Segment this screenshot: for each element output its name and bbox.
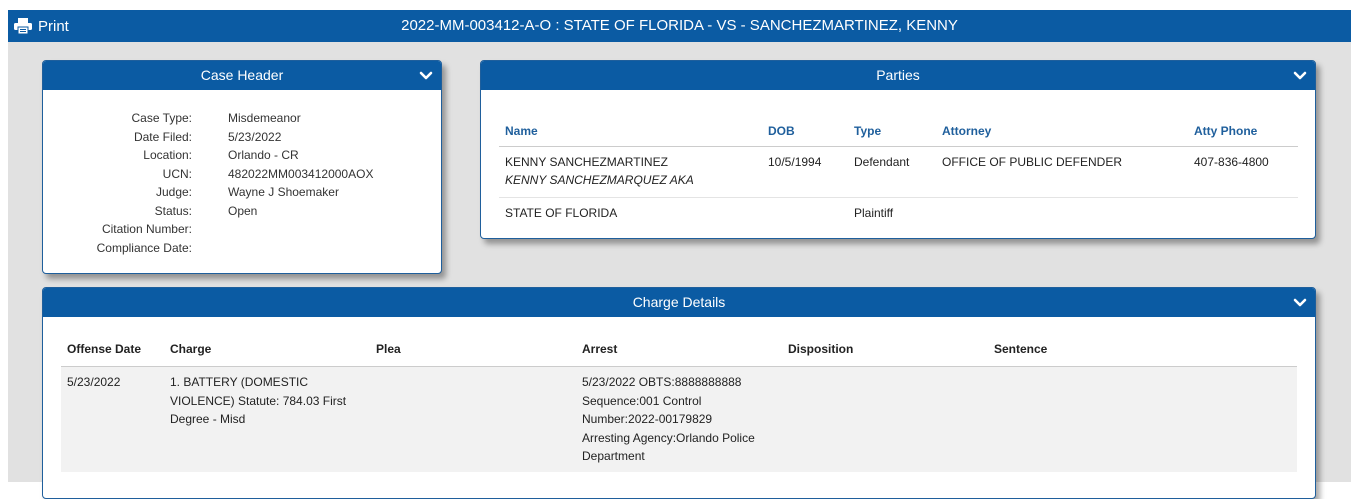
table-row: 5/23/2022 1. BATTERY (DOMESTIC VIOLENCE)… [61,366,1297,472]
field-status: Status: Open [43,202,441,221]
charge-plea [370,366,576,472]
case-header-title: Case Header [200,67,284,83]
party-dob: 10/5/1994 [762,146,848,198]
charge-description: 1. BATTERY (DOMESTIC VIOLENCE) Statute: … [164,366,370,472]
field-label: UCN: [162,166,192,181]
col-sentence[interactable]: Sentence [988,342,1297,367]
parties-panel: Parties Name DOB Type Attorney Atty Phon… [480,60,1316,239]
col-charge[interactable]: Charge [164,342,370,367]
party-attorney [936,198,1188,231]
field-label: Date Filed: [133,129,192,144]
table-row: KENNY SANCHEZMARTINEZ KENNY SANCHEZMARQU… [499,146,1298,198]
field-value: 482022MM003412000AOX [228,166,374,181]
parties-title: Parties [876,67,920,83]
field-value: Misdemeanor [228,111,301,125]
col-plea[interactable]: Plea [370,342,576,367]
chevron-down-icon[interactable] [1293,69,1307,83]
charge-disposition [782,366,988,472]
party-type: Defendant [848,146,936,198]
chevron-down-icon[interactable] [1293,296,1307,310]
party-type: Plaintiff [854,206,894,220]
charge-offense-date: 5/23/2022 [61,366,164,472]
party-aka: KENNY SANCHEZMARQUEZ AKA [505,173,694,187]
chevron-down-icon[interactable] [419,69,433,83]
party-name: KENNY SANCHEZMARTINEZ [505,155,668,169]
party-name-cell: STATE OF FLORIDA [499,198,762,231]
parties-header-row: Name DOB Type Attorney Atty Phone [499,119,1298,147]
party-name: STATE OF FLORIDA [505,206,618,220]
party-phone [1188,198,1298,231]
field-citation-number: Citation Number: [43,220,441,239]
charge-sentence [988,366,1297,472]
party-name-cell: KENNY SANCHEZMARTINEZ KENNY SANCHEZMARQU… [499,146,762,198]
col-disposition[interactable]: Disposition [782,342,988,367]
charges-header-row: Offense Date Charge Plea Arrest Disposit… [61,342,1297,367]
case-header-panel-header[interactable]: Case Header [43,61,441,90]
field-label: Judge: [155,185,192,199]
party-phone: 407-836-4800 [1188,146,1298,198]
charge-arrest: 5/23/2022 OBTS:8888888888 Sequence:001 C… [576,366,782,472]
field-value: Open [228,203,258,218]
table-row: STATE OF FLORIDA Plaintiff [499,198,1298,231]
party-attorney: OFFICE OF PUBLIC DEFENDER [936,146,1188,198]
field-label: Citation Number: [101,222,192,236]
col-name[interactable]: Name [499,119,762,147]
field-value: Orlando - CR [228,148,299,162]
field-value: 5/23/2022 [228,129,282,144]
field-ucn: UCN: 482022MM003412000AOX [43,165,441,184]
case-title: 2022-MM-003412-A-O : STATE OF FLORIDA - … [401,17,958,34]
case-fields: Case Type: Misdemeanor Date Filed: 5/23/… [43,109,441,257]
field-case-type: Case Type: Misdemeanor [43,109,441,128]
field-label: Location: [143,148,192,162]
col-atty-phone[interactable]: Atty Phone [1188,119,1298,147]
parties-panel-header[interactable]: Parties [481,61,1315,90]
col-arrest[interactable]: Arrest [576,342,782,367]
col-type[interactable]: Type [848,119,936,147]
col-dob[interactable]: DOB [762,119,848,147]
field-label: Compliance Date: [96,240,192,255]
case-topbar: Print 2022-MM-003412-A-O : STATE OF FLOR… [8,10,1351,42]
field-compliance-date: Compliance Date: [43,239,441,258]
charge-details-title: Charge Details [632,294,726,310]
field-location: Location: Orlando - CR [43,146,441,165]
field-date-filed: Date Filed: 5/23/2022 [43,128,441,147]
field-value: Wayne J Shoemaker [228,185,339,199]
field-judge: Judge: Wayne J Shoemaker [43,183,441,202]
field-label: Status: [154,203,192,218]
parties-table: Name DOB Type Attorney Atty Phone KENNY … [499,119,1298,230]
charge-details-panel-header[interactable]: Charge Details [43,288,1315,317]
field-label: Case Type: [131,111,192,125]
charge-details-panel: Charge Details Offense Date Charge Plea … [42,287,1316,499]
party-dob [762,198,848,231]
main-content: Case Header Case Type: Misdemeanor Date … [8,42,1351,499]
col-offense-date[interactable]: Offense Date [61,342,164,367]
charges-table: Offense Date Charge Plea Arrest Disposit… [61,342,1297,472]
case-header-panel: Case Header Case Type: Misdemeanor Date … [42,60,442,274]
col-attorney[interactable]: Attorney [936,119,1188,147]
